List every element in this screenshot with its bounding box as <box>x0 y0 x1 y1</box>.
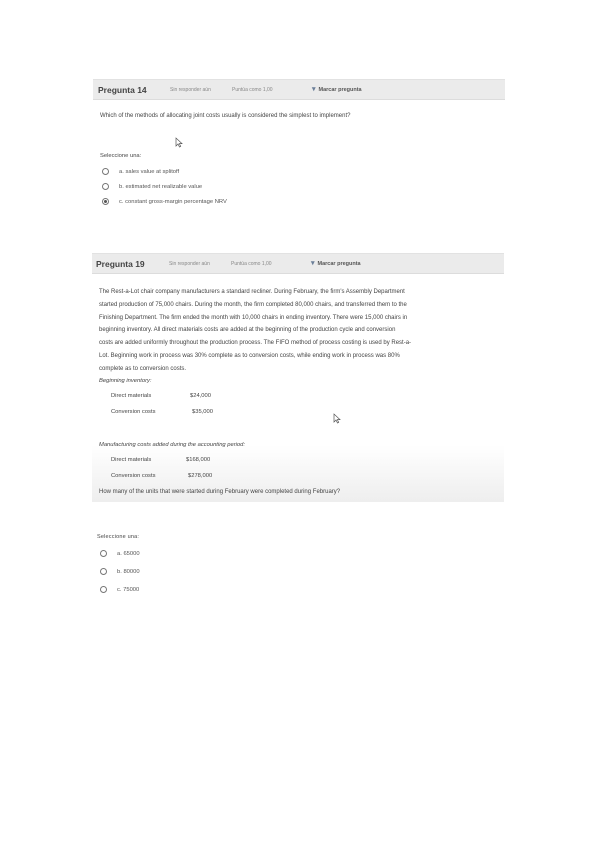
question-19-select-label: Seleccione una: <box>97 534 140 540</box>
flag-question-14-button[interactable]: ▾ Marcar pregunta <box>312 86 362 93</box>
option-c-label: c. constant gross-margin percentage NRV <box>119 198 227 205</box>
question-19-option-b[interactable]: b. 80000 <box>100 568 140 575</box>
question-14-option-a[interactable]: a. sales value at splitoff <box>102 168 179 175</box>
flag-icon: ▾ <box>312 86 316 93</box>
flag-question-19-label: Marcar pregunta <box>317 260 361 267</box>
question-19-header: Pregunta 19 Sin responder aún Puntúa com… <box>92 253 504 274</box>
option-a-label: a. sales value at splitoff <box>119 168 180 175</box>
option-a-label: a. 65000 <box>117 550 140 557</box>
manufacturing-costs-heading: Manufacturing costs added during the acc… <box>99 442 245 448</box>
question-19-text: How many of the units that were started … <box>99 489 341 495</box>
radio-button[interactable] <box>100 550 107 557</box>
flag-question-14-label: Marcar pregunta <box>318 86 362 93</box>
question-14-option-b[interactable]: b. estimated net realizable value <box>102 183 202 190</box>
question-19-option-c[interactable]: c. 75000 <box>100 586 139 593</box>
mouse-cursor-icon <box>175 137 183 148</box>
beginning-inventory-heading: Beginning inventory: <box>99 378 152 384</box>
question-19-option-a[interactable]: a. 65000 <box>100 550 140 557</box>
paragraph-line: Lot. Beginning work in process was 30% c… <box>99 352 400 359</box>
paragraph-line: started production of 75,000 chairs. Dur… <box>99 301 407 308</box>
option-b-label: b. 80000 <box>117 568 140 575</box>
radio-button[interactable] <box>100 586 107 593</box>
question-14-score: Puntúa como 1,00 <box>232 86 273 93</box>
question-19-paragraph: The Rest-a-Lot chair company manufacture… <box>99 286 499 376</box>
question-14-title: Pregunta 14 <box>98 84 147 95</box>
beginning-conversion-costs-label: Conversion costs <box>111 409 156 415</box>
flag-question-19-button[interactable]: ▾ Marcar pregunta <box>311 260 361 267</box>
mouse-cursor-icon <box>333 413 341 424</box>
radio-button[interactable] <box>102 183 109 190</box>
radio-button[interactable] <box>102 168 109 175</box>
question-14-option-c[interactable]: c. constant gross-margin percentage NRV <box>102 198 227 205</box>
paragraph-line: beginning inventory. All direct material… <box>99 327 396 334</box>
paragraph-line: The Rest-a-Lot chair company manufacture… <box>99 289 405 295</box>
beginning-direct-materials-value: $24,000 <box>190 393 211 399</box>
option-b-label: b. estimated net realizable value <box>119 183 203 190</box>
radio-button-selected[interactable] <box>102 198 109 205</box>
question-19-score: Puntúa como 1,00 <box>231 260 272 267</box>
radio-button[interactable] <box>100 568 107 575</box>
paragraph-line: costs are added uniformly throughout the… <box>99 340 412 347</box>
paragraph-line: Finishing Department. The firm ended the… <box>99 314 408 321</box>
question-14-select-label: Seleccione una: <box>100 153 142 159</box>
flag-icon: ▾ <box>311 260 315 267</box>
question-19-status: Sin responder aún <box>169 260 210 267</box>
added-direct-materials-label: Direct materials <box>111 457 152 463</box>
question-19-title: Pregunta 19 <box>96 258 145 269</box>
question-14-header: Pregunta 14 Sin responder aún Puntúa com… <box>93 79 505 100</box>
question-14-text: Which of the methods of allocating joint… <box>100 113 351 119</box>
added-conversion-costs-label: Conversion costs <box>111 473 156 479</box>
question-14-status: Sin responder aún <box>170 86 211 93</box>
added-conversion-costs-value: $278,000 <box>188 473 213 479</box>
beginning-direct-materials-label: Direct materials <box>111 393 152 399</box>
added-direct-materials-value: $168,000 <box>186 457 211 463</box>
paragraph-line: complete as to conversion costs. <box>99 365 187 372</box>
beginning-conversion-costs-value: $35,000 <box>192 409 213 415</box>
option-c-label: c. 75000 <box>117 586 140 593</box>
